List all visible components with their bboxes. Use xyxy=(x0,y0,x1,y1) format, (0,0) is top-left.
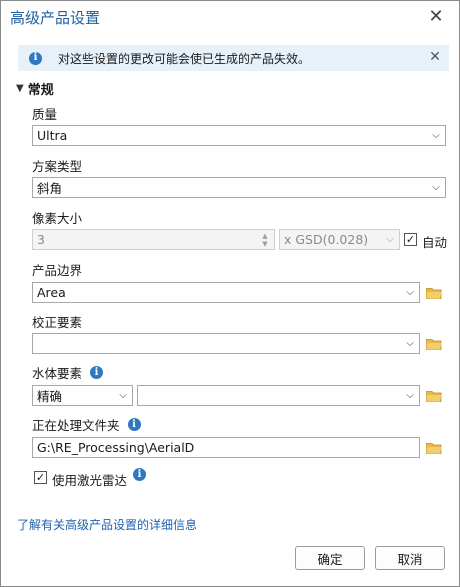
dismiss-info-icon[interactable]: ✕ xyxy=(427,49,443,65)
correction-features-select[interactable]: ⌵ xyxy=(32,333,420,354)
spinner-icon[interactable]: ▲ ▼ xyxy=(258,232,272,248)
checkmark-icon: ✓ xyxy=(405,233,416,246)
auto-checkbox[interactable]: ✓ xyxy=(404,233,417,246)
water-mode-select[interactable]: 精确 ⌵ xyxy=(32,385,133,406)
pixel-size-label: 像素大小 xyxy=(32,211,83,226)
product-boundary-select[interactable]: Area ⌵ xyxy=(32,282,420,303)
correction-features-label: 校正要素 xyxy=(32,315,83,330)
pixel-size-value: 3 xyxy=(37,232,45,247)
product-boundary-label: 产品边界 xyxy=(32,263,83,278)
scheme-type-select[interactable]: 斜角 ⌵ xyxy=(32,177,446,198)
water-features-label: 水体要素 i xyxy=(32,363,104,382)
chevron-down-icon: ⌵ xyxy=(406,338,414,349)
processing-folder-value: G:\RE_Processing\AerialD xyxy=(37,440,195,455)
folder-icon[interactable] xyxy=(426,287,442,299)
quality-select[interactable]: Ultra ⌵ xyxy=(32,125,446,146)
info-bar: i 对这些设置的更改可能会使已生成的产品失效。 ✕ xyxy=(18,45,449,71)
water-features-label-text: 水体要素 xyxy=(32,366,83,381)
use-lidar-checkbox[interactable]: ✓ xyxy=(34,471,47,484)
chevron-down-icon: ⌵ xyxy=(406,287,414,298)
section-title: 常规 xyxy=(27,83,54,98)
scheme-type-label: 方案类型 xyxy=(32,159,83,174)
gsd-unit-value: x GSD(0.028) xyxy=(284,232,369,247)
dialog-title: 高级产品设置 xyxy=(10,9,101,27)
ok-button[interactable]: 确定 xyxy=(295,546,365,570)
pixel-size-input[interactable]: 3 ▲ ▼ xyxy=(32,229,275,250)
folder-icon[interactable] xyxy=(426,390,442,402)
auto-label: 自动 xyxy=(422,235,448,250)
processing-folder-label: 正在处理文件夹 i xyxy=(32,415,141,434)
cancel-button[interactable]: 取消 xyxy=(375,546,445,570)
chevron-down-icon: ⌵ xyxy=(432,182,440,193)
info-icon[interactable]: i xyxy=(90,366,104,379)
processing-folder-input[interactable]: G:\RE_Processing\AerialD xyxy=(32,437,420,458)
info-icon[interactable]: i xyxy=(133,468,146,481)
product-boundary-value: Area xyxy=(37,285,66,300)
chevron-down-icon: ▼ xyxy=(16,83,24,94)
chevron-down-icon: ⌵ xyxy=(386,234,394,245)
info-icon: i xyxy=(29,51,42,65)
info-message: 对这些设置的更改可能会使已生成的产品失效。 xyxy=(58,51,311,66)
quality-value: Ultra xyxy=(37,128,68,143)
scheme-type-value: 斜角 xyxy=(37,181,63,196)
advanced-product-settings-dialog: 高级产品设置 ✕ i 对这些设置的更改可能会使已生成的产品失效。 ✕ ▼ 常规 … xyxy=(0,0,460,587)
folder-icon[interactable] xyxy=(426,442,442,454)
gsd-unit-select[interactable]: x GSD(0.028) ⌵ xyxy=(279,229,400,250)
learn-more-link[interactable]: 了解有关高级产品设置的详细信息 xyxy=(17,516,197,533)
chevron-down-icon: ⌵ xyxy=(432,130,440,141)
water-features-select[interactable]: ⌵ xyxy=(137,385,420,406)
folder-icon[interactable] xyxy=(426,338,442,350)
checkmark-icon: ✓ xyxy=(35,471,46,484)
chevron-down-icon: ⌵ xyxy=(406,390,414,401)
quality-label: 质量 xyxy=(32,107,58,122)
close-icon[interactable]: ✕ xyxy=(425,5,447,27)
processing-folder-label-text: 正在处理文件夹 xyxy=(32,418,120,433)
use-lidar-label: 使用激光雷达 xyxy=(52,473,128,488)
section-general-header[interactable]: ▼ 常规 xyxy=(16,79,54,98)
chevron-down-icon: ⌵ xyxy=(119,390,127,401)
info-icon[interactable]: i xyxy=(127,418,141,431)
water-mode-value: 精确 xyxy=(37,389,63,404)
